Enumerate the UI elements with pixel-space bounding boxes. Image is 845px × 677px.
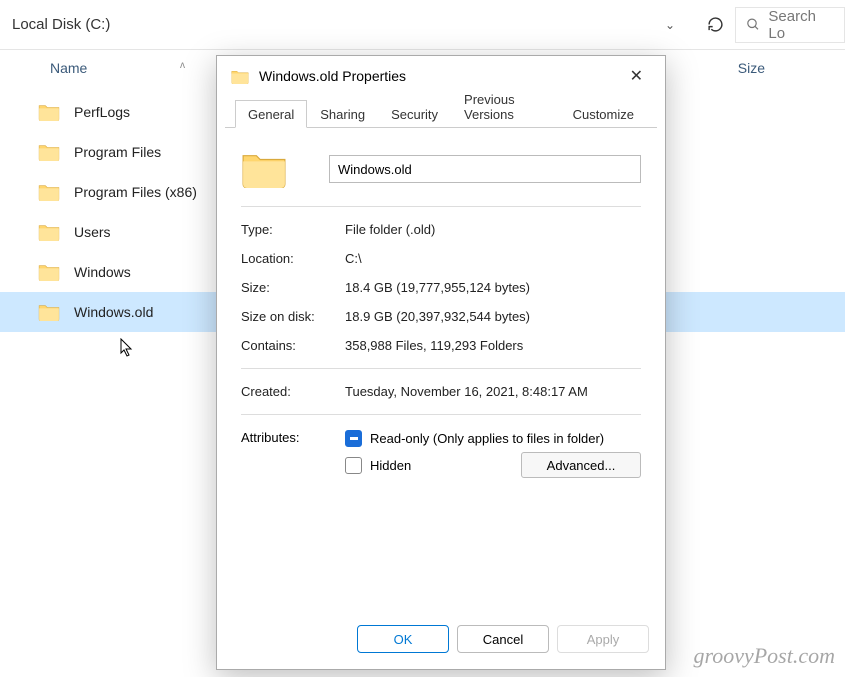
label-size-on-disk: Size on disk:: [241, 309, 345, 324]
label-contains: Contains:: [241, 338, 345, 353]
advanced-button[interactable]: Advanced...: [521, 452, 641, 478]
tab-security[interactable]: Security: [378, 100, 451, 128]
search-input[interactable]: Search Lo: [735, 7, 845, 43]
checkbox-empty-icon: [345, 457, 362, 474]
tab-strip: General Sharing Security Previous Versio…: [225, 96, 657, 128]
chevron-down-icon[interactable]: ⌄: [665, 18, 675, 32]
value-size-on-disk: 18.9 GB (20,397,932,544 bytes): [345, 309, 641, 324]
label-location: Location:: [241, 251, 345, 266]
search-placeholder: Search Lo: [768, 8, 834, 42]
divider: [241, 368, 641, 369]
folder-icon: [38, 303, 60, 321]
close-button[interactable]: ✕: [622, 62, 651, 90]
tab-general[interactable]: General: [235, 100, 307, 128]
tab-customize[interactable]: Customize: [560, 100, 647, 128]
folder-icon: [38, 263, 60, 281]
search-icon: [746, 17, 760, 32]
divider: [241, 206, 641, 207]
refresh-button[interactable]: [695, 7, 735, 43]
dialog-title: Windows.old Properties: [259, 68, 406, 84]
folder-icon: [38, 103, 60, 121]
divider: [241, 414, 641, 415]
label-created: Created:: [241, 384, 345, 399]
label-type: Type:: [241, 222, 345, 237]
sort-indicator-icon: ʌ: [180, 60, 185, 71]
folder-name-input[interactable]: [329, 155, 641, 183]
ok-button[interactable]: OK: [357, 625, 449, 653]
readonly-checkbox[interactable]: Read-only (Only applies to files in fold…: [345, 430, 641, 447]
folder-icon: [38, 183, 60, 201]
value-type: File folder (.old): [345, 222, 641, 237]
apply-button[interactable]: Apply: [557, 625, 649, 653]
label-size: Size:: [241, 280, 345, 295]
folder-icon: [38, 223, 60, 241]
folder-icon: [231, 69, 249, 84]
folder-icon: [241, 150, 287, 188]
watermark: groovyPost.com: [693, 643, 835, 669]
address-path: Local Disk (C:): [12, 16, 110, 33]
folder-icon: [38, 143, 60, 161]
tab-previous-versions[interactable]: Previous Versions: [451, 85, 560, 128]
value-contains: 358,988 Files, 119,293 Folders: [345, 338, 641, 353]
value-created: Tuesday, November 16, 2021, 8:48:17 AM: [345, 384, 641, 399]
checkbox-indeterminate-icon: [345, 430, 362, 447]
tab-sharing[interactable]: Sharing: [307, 100, 378, 128]
properties-dialog: Windows.old Properties ✕ General Sharing…: [216, 55, 666, 670]
value-location: C:\: [345, 251, 641, 266]
cancel-button[interactable]: Cancel: [457, 625, 549, 653]
label-attributes: Attributes:: [241, 430, 345, 445]
dialog-titlebar[interactable]: Windows.old Properties ✕: [217, 56, 665, 96]
column-size[interactable]: Size: [738, 60, 765, 76]
address-bar[interactable]: Local Disk (C:) ⌄: [0, 7, 687, 43]
cursor-icon: [120, 338, 136, 358]
value-size: 18.4 GB (19,777,955,124 bytes): [345, 280, 641, 295]
